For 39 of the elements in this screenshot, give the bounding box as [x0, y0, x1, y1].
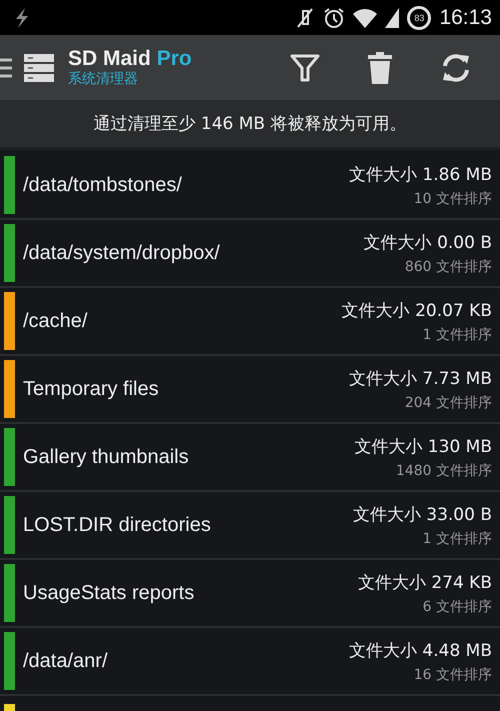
item-name: Temporary files: [23, 378, 160, 400]
alarm-icon: [323, 6, 346, 28]
file-count: 16 文件排序: [414, 666, 492, 684]
file-size: 文件大小 274 KB: [358, 572, 492, 594]
item-name: /data/tombstones/: [23, 174, 183, 196]
file-size: 文件大小 33.00 B: [352, 504, 492, 526]
app-title: SD Maid Pro: [68, 47, 192, 71]
wifi-icon: [353, 8, 378, 28]
file-count: 860 文件排序: [404, 258, 492, 276]
app-subtitle: 系统清理器: [68, 71, 139, 88]
file-count: 1480 文件排序: [396, 462, 492, 480]
mute-icon: [295, 6, 316, 28]
battery-icon: 83: [407, 6, 432, 30]
file-count: 1 文件排序: [422, 530, 492, 548]
file-size: 文件大小 130 MB: [354, 436, 492, 458]
signal-icon: [385, 8, 400, 28]
drive-icon[interactable]: [24, 54, 54, 82]
clock: 16:13: [439, 6, 492, 30]
item-name: UsageStats reports: [23, 582, 196, 604]
file-count: 204 文件排序: [404, 394, 492, 412]
file-count: 6 文件排序: [422, 598, 492, 616]
file-size: 文件大小 20.07 KB: [342, 300, 492, 322]
item-name: LOST.DIR directories: [23, 514, 212, 536]
flash-icon: [14, 8, 30, 28]
filter-icon[interactable]: [290, 52, 320, 82]
trash-icon[interactable]: [368, 52, 392, 84]
item-name: /cache/: [23, 310, 88, 332]
file-size: 文件大小 7.73 MB: [349, 368, 492, 390]
item-name: /data/system/dropbox/: [23, 242, 221, 264]
summary-text: 通过清理至少 146 MB 将被释放为可用。: [94, 113, 406, 135]
file-count: 10 文件排序: [414, 190, 492, 208]
refresh-icon[interactable]: [440, 52, 472, 84]
file-size: 文件大小 4.48 MB: [349, 640, 492, 662]
item-name: Gallery thumbnails: [23, 446, 190, 468]
file-size: 文件大小 1.86 MB: [349, 164, 492, 186]
item-name: /data/anr/: [23, 650, 109, 672]
file-size: 文件大小 0.00 B: [364, 232, 492, 254]
menu-icon[interactable]: [0, 56, 14, 78]
file-count: 1 文件排序: [422, 326, 492, 344]
